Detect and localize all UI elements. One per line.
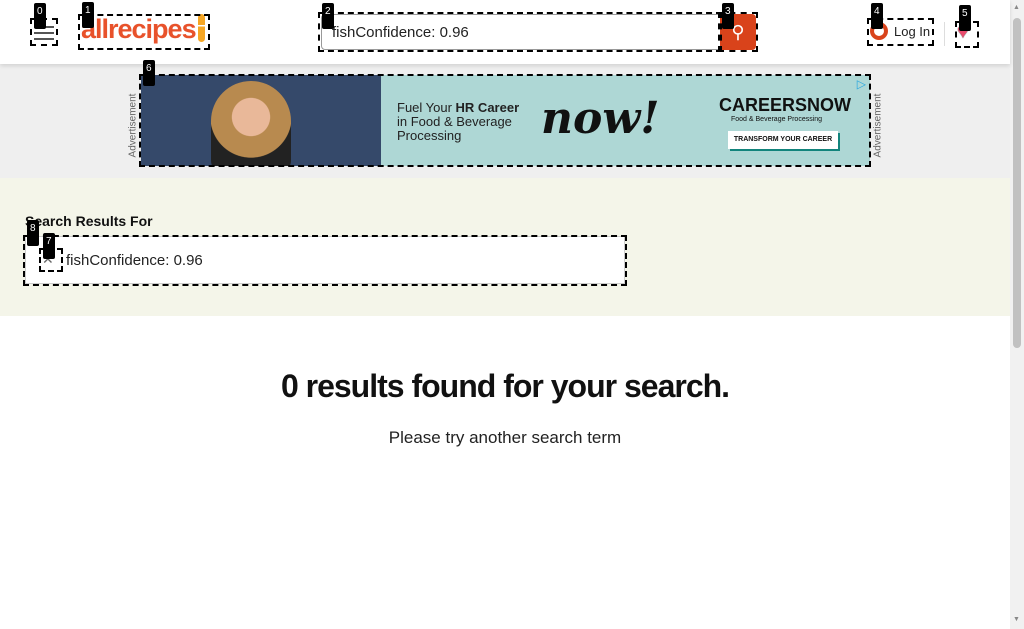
search-results-heading: Search Results For [25, 213, 153, 229]
annotation-label: 5 [959, 5, 971, 31]
site-header: allrecipes fishConfidence: 0.96 ⚲ Log In… [0, 0, 1010, 64]
login-label: Log In [894, 23, 931, 39]
annotation-label: 3 [722, 3, 734, 29]
adchoices-icon[interactable]: ▷ [857, 77, 866, 91]
search-results-section: Search Results For ✕ fishConfidence: 0.96 [0, 178, 1010, 316]
annotation-label: 4 [871, 3, 883, 29]
scroll-down-icon[interactable]: ▼ [1013, 616, 1020, 623]
annotation-label: 2 [322, 3, 334, 29]
ad-label-right: Advertisement [872, 93, 884, 158]
scrollbar-thumb[interactable] [1013, 18, 1021, 348]
results-search-input[interactable]: ✕ fishConfidence: 0.96 [25, 236, 625, 284]
ad-headline: Fuel Your HR Career in Food & Beverage Pr… [397, 100, 520, 143]
search-input[interactable]: fishConfidence: 0.96 [321, 14, 721, 50]
ad-label-left: Advertisement [127, 93, 139, 158]
no-results-subtitle: Please try another search term [388, 428, 622, 447]
ad-brand: CAREERSNOW [719, 95, 852, 115]
divider [944, 22, 945, 46]
annotation-label: 8 [27, 220, 39, 246]
ad-cta-button[interactable]: TRANSFORM YOUR CAREER [728, 131, 838, 149]
annotation-label: 6 [143, 60, 155, 86]
annotation-label: 1 [82, 2, 94, 28]
ad-brand-sub: Food & Beverage Processing [731, 116, 823, 123]
ad-now: now! [541, 93, 660, 144]
scroll-up-icon[interactable]: ▲ [1013, 4, 1020, 11]
allrecipes-logo[interactable]: allrecipes [81, 14, 205, 45]
scrollbar[interactable]: ▲ ▼ [1010, 0, 1024, 629]
ad-photo [141, 75, 381, 166]
advertisement-banner[interactable]: Fuel Your HR Career in Food & Beverage Pr… [141, 75, 870, 166]
no-results-title: 0 results found for your search. [280, 368, 730, 404]
spoon-icon [197, 14, 205, 42]
annotation-label: 0 [34, 3, 46, 29]
annotation-label: 7 [43, 233, 55, 259]
